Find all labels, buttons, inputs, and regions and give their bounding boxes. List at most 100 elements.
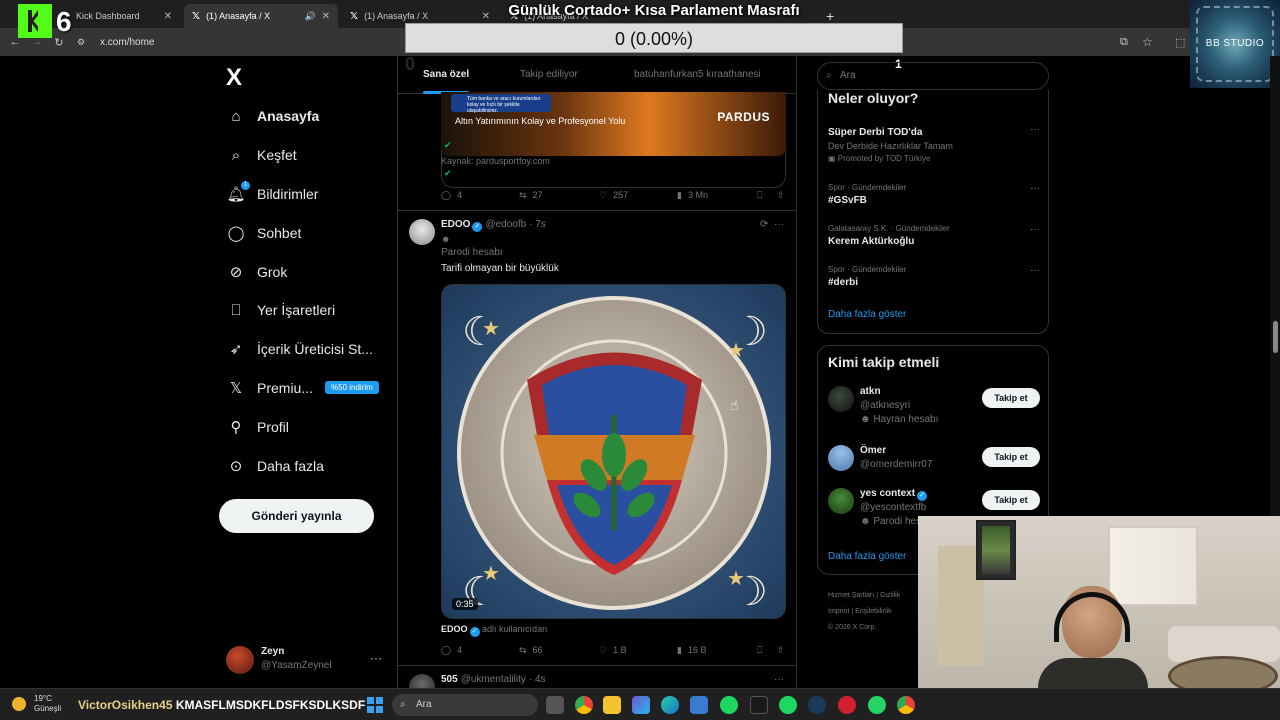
cast-icon[interactable]: ⧉ [1120,36,1128,49]
author-handle: @ukmentalility [460,674,526,685]
avatar[interactable] [828,488,854,514]
close-icon[interactable]: ✕ [322,11,330,22]
trend-subtitle: Dev Derbide Hazırlıklar Tamam [828,141,953,151]
more-icon[interactable]: ··· [774,219,784,230]
like-button[interactable]: ♡ 1 B [599,645,677,656]
speaker-icon[interactable]: 🔊 [305,11,316,22]
url-field[interactable]: x.com/home [100,37,154,48]
follow-suggestion[interactable]: atkn @atknesyri ☻ Hayran hesabı Takip et [828,386,1040,430]
taskbar-search[interactable]: ⌕ Ara [392,694,538,716]
steam-icon[interactable] [808,696,826,714]
follow-suggestion[interactable]: Ömer @omerdemirr07 Takip et [828,445,1040,489]
views-button[interactable]: ▮ 16 B [677,645,757,656]
trend-item[interactable]: Galatasaray S.K. · Gündemdekiler Kerem A… [828,224,1040,247]
ticker-text: KMASFLMSDKFLDSFKSDLKSDF [175,698,366,712]
share-button[interactable]: ⇧ [777,190,785,201]
more-icon[interactable]: ··· [1030,183,1040,194]
tab-community[interactable]: batuhanfurkan5 kıraathanesi [634,56,761,94]
avatar[interactable] [828,445,854,471]
follow-button[interactable]: Takip et [982,447,1040,467]
close-icon[interactable]: ✕ [164,11,172,22]
more-icon[interactable]: ··· [1030,265,1040,276]
share-button[interactable]: ⇧ [777,645,785,656]
sidebar-item-bildirimler[interactable]: 🔔︎ 1 Bildirimler [226,175,379,214]
more-icon[interactable]: ··· [1030,224,1040,235]
sidebar-item-grok[interactable]: ⊘ Grok [226,252,379,291]
footer-link[interactable]: Erişilebilirlik [855,608,892,615]
video-credit[interactable]: EDOO ✓ adlı kullanıcıdan [441,624,547,637]
sidebar-item-kesfet[interactable]: ⌕ Keşfet [226,136,379,175]
sidebar-item-yer-isaretleri[interactable]: ⎕ Yer İşaretleri [226,291,379,330]
parody-mask-icon: ☻ [441,234,451,244]
sidebar-item-label: Premiu... [257,379,314,396]
avatar[interactable] [409,219,435,245]
trend-meta: Galatasaray S.K. · Gündemdekiler [828,224,950,233]
post-button[interactable]: Gönderi yayınla [219,499,374,533]
scrollbar-thumb[interactable] [1273,321,1278,353]
repost-button[interactable]: ⇆ 66 [519,645,599,656]
windows-start-icon[interactable] [367,697,383,713]
more-icon[interactable]: ··· [774,674,784,685]
copilot-icon[interactable] [632,696,650,714]
show-more-link[interactable]: Daha fazla göster [828,309,906,320]
spotify-icon[interactable] [720,696,738,714]
bookmark-button[interactable]: ⎕ [757,645,777,656]
show-more-link[interactable]: Daha fazla göster [828,551,906,562]
sidebar-item-profil[interactable]: ⚲ Profil [226,407,379,446]
like-button[interactable]: ♡ 257 [599,190,677,201]
trend-item[interactable]: Spor · Gündemdekiler #GSvFB ··· [828,183,1040,206]
sidebar-item-creator-studio[interactable]: ➶ İçerik Üreticisi St... [226,330,379,369]
weather-widget[interactable]: 19°C Güneşli [12,694,61,714]
whatsapp-icon[interactable] [868,696,886,714]
account-switcher[interactable]: Zeyn @YasamZeynel ··· [226,644,386,676]
ad-source[interactable]: Kaynak: pardusportfoy.com [441,156,550,166]
app-icon[interactable] [838,696,856,714]
views-button[interactable]: ▮ 3 Mn [677,190,757,201]
post-author[interactable]: 505 @ukmentalility · 4s [441,674,546,685]
repost-icon: ⇆ [519,189,527,200]
follow-button[interactable]: Takip et [982,388,1040,408]
tab-sana-ozel[interactable]: Sana özel [423,56,470,94]
post-video[interactable]: ☾ ☽ ☾ ☽ ★ ★ ★ ★ 0:35 ☝ [441,284,786,619]
store-icon[interactable] [690,696,708,714]
x-logo-icon[interactable]: X [226,64,242,92]
chrome-icon[interactable] [575,696,593,714]
star-icon[interactable]: ☆ [1142,35,1153,49]
repost-count: 66 [532,645,543,655]
reply-button[interactable]: ◯ 4 [441,190,519,201]
temperature: 19°C [34,694,52,703]
view-count: 3 Mn [687,190,708,200]
tab-takip-ediliyor[interactable]: Takip ediliyor [520,56,578,94]
tab-anasayfa-active[interactable]: 𝕏 (1) Anasayfa / X 🔊 ✕ [184,4,338,28]
footer-link[interactable]: Gizlilik [880,592,900,599]
chrome-icon-2[interactable] [897,696,915,714]
reply-button[interactable]: ◯ 4 [441,645,519,656]
file-explorer-icon[interactable] [603,696,621,714]
bookmark-button[interactable]: ⎕ [757,190,777,201]
post-options: ⟳ ··· [760,219,784,230]
edge-icon[interactable] [661,696,679,714]
search-input[interactable]: ⌕ Ara [817,62,1049,90]
ad-image[interactable]: Tüm banka ve aracı kurumlardan kolay ve … [441,92,786,156]
copyright: © 2026 X Corp. [828,624,877,631]
follow-button[interactable]: Takip et [982,490,1040,510]
task-view-icon[interactable] [546,696,564,714]
sidebar-item-anasayfa[interactable]: ⌂ Anasayfa [226,97,379,136]
more-icon[interactable]: ··· [1030,124,1040,135]
obs-icon[interactable] [750,696,768,714]
repost-button[interactable]: ⇆ 27 [519,190,599,201]
more-icon[interactable]: ··· [370,651,382,665]
extensions-icon[interactable]: ⬚ [1175,36,1185,49]
trend-item[interactable]: Spor · Gündemdekiler #derbi ··· [828,265,1040,288]
sidebar-item-premium[interactable]: 𝕏 Premiu... %50 indirim [226,369,379,408]
footer-link[interactable]: Hizmet Şartları [828,592,874,599]
grok-icon[interactable]: ⟳ [760,219,768,230]
avatar[interactable] [828,386,854,412]
sidebar-item-daha-fazla[interactable]: ⊙ Daha fazla [226,446,379,485]
headset-icon [1054,592,1130,642]
post-author[interactable]: EDOO ✓ @edoofb · 7s [441,219,546,232]
spotify-icon-2[interactable] [779,696,797,714]
sidebar-item-sohbet[interactable]: ◯ Sohbet [226,213,379,252]
footer-link[interactable]: İmprint [828,608,849,615]
trend-item[interactable]: Süper Derbi TOD'da Dev Derbide Hazırlıkl… [828,124,1040,163]
